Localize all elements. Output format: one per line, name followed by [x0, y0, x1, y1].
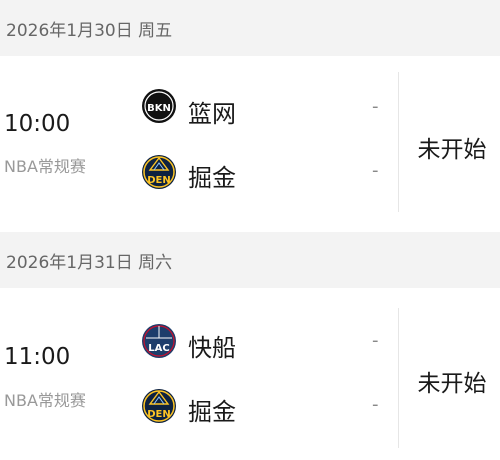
- match-time: 10:00: [4, 111, 71, 137]
- team-row-away[interactable]: DEN 掘金 -: [140, 382, 390, 442]
- logo-text: DEN: [147, 409, 171, 420]
- team-row-home[interactable]: BKN 篮网 -: [140, 84, 390, 144]
- match-status: 未开始: [417, 137, 487, 163]
- nuggets-logo-icon: DEN: [142, 389, 176, 423]
- team-row-away[interactable]: DEN 掘金 -: [140, 148, 390, 208]
- team-name: 快船: [188, 334, 236, 362]
- match-card[interactable]: 11:00 NBA常规赛 LAC 快船 - DEN 掘金 - 未开始: [0, 288, 500, 460]
- league-label: NBA常规赛: [4, 157, 86, 176]
- logo-text: DEN: [147, 175, 171, 186]
- nuggets-logo-icon: DEN: [142, 155, 176, 189]
- team-name: 篮网: [188, 100, 236, 128]
- score: -: [372, 160, 379, 181]
- match-card[interactable]: 10:00 NBA常规赛 BKN 篮网 - DEN 掘金 - 未开始: [0, 56, 500, 228]
- match-time: 11:00: [4, 344, 71, 370]
- league-label: NBA常规赛: [4, 391, 86, 410]
- score: -: [372, 330, 379, 351]
- divider: [398, 308, 399, 448]
- score: -: [372, 394, 379, 415]
- date-header: 2026年1月30日 周五: [0, 0, 500, 56]
- team-name: 掘金: [188, 164, 236, 192]
- divider: [398, 72, 399, 212]
- logo-text: LAC: [148, 343, 169, 354]
- score: -: [372, 96, 379, 117]
- nets-logo-icon: BKN: [142, 89, 176, 123]
- date-header: 2026年1月31日 周六: [0, 232, 500, 288]
- team-name: 掘金: [188, 398, 236, 426]
- logo-text: BKN: [147, 103, 171, 114]
- team-row-home[interactable]: LAC 快船 -: [140, 318, 390, 378]
- date-label: 2026年1月30日 周五: [6, 20, 173, 41]
- match-status: 未开始: [417, 371, 487, 397]
- clippers-logo-icon: LAC: [142, 324, 176, 358]
- date-label: 2026年1月31日 周六: [6, 252, 173, 273]
